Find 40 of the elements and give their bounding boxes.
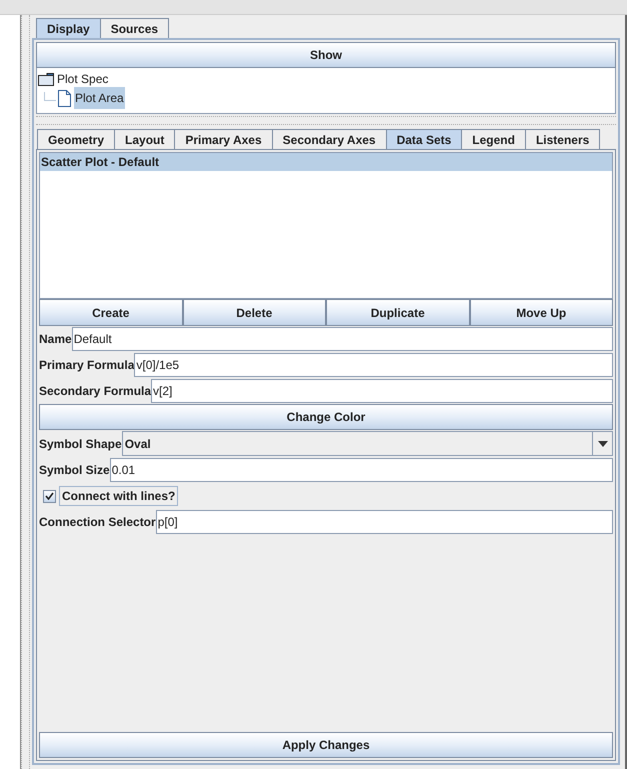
text-field[interactable]: v[0]/1e5 [134,353,613,377]
action-button[interactable]: Duplicate [326,299,470,326]
tab[interactable]: Display [36,18,101,38]
field-label: Name [39,331,72,348]
text-field[interactable]: v[2] [151,379,613,403]
tab[interactable]: Listeners [524,129,600,149]
folder-icon [38,72,54,86]
text-field[interactable]: 0.01 [110,458,613,482]
checkbox-label: Connect with lines? [59,486,178,506]
action-button[interactable]: Move Up [470,299,613,326]
dropdown[interactable]: Oval [122,431,613,456]
field-label: Primary Formula [39,357,134,374]
splitter[interactable] [21,15,30,769]
tree-connector [44,92,56,104]
tree-item[interactable]: Plot Area [74,87,125,109]
tab[interactable]: Secondary Axes [272,129,387,149]
show-button[interactable]: Show [36,42,616,68]
checkbox[interactable] [43,490,56,502]
checkmark-icon [45,492,54,500]
field-label: Connection Selector [39,514,156,531]
apply-changes-button[interactable]: Apply Changes [39,732,613,758]
tab[interactable]: Geometry [37,129,116,149]
tree-item[interactable]: Plot Spec [56,70,110,88]
tab[interactable]: Primary Axes [174,129,273,149]
action-button[interactable]: Delete [182,299,326,326]
field-label: Secondary Formula [39,383,152,400]
tab[interactable]: Data Sets [386,129,462,149]
field-label: Symbol Size [39,462,110,479]
field-label: Symbol Shape [39,436,122,452]
text-field[interactable]: Default [72,327,613,351]
document-icon [58,90,71,106]
text-field[interactable]: p[0] [156,510,613,534]
tab[interactable]: Layout [114,129,176,149]
change-color-button[interactable]: Change Color [39,404,613,430]
splitter[interactable] [36,116,616,125]
tab[interactable]: Sources [100,18,170,38]
tab[interactable]: Legend [461,129,526,149]
dropdown-arrow-icon [598,440,608,446]
action-button[interactable]: Create [39,299,182,326]
list-item[interactable]: Scatter Plot - Default [40,153,612,171]
